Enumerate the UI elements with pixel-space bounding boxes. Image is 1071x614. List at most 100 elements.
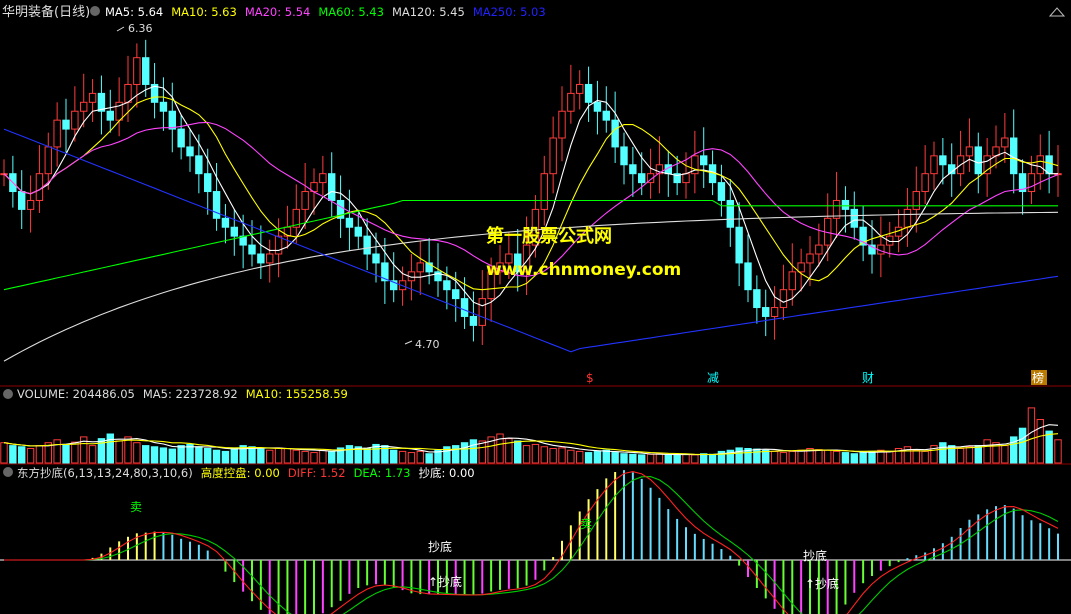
candle-body — [416, 262, 424, 273]
candle-body — [700, 155, 708, 166]
volume-bar — [274, 447, 283, 464]
candle-body — [974, 146, 982, 175]
volume-bar — [638, 454, 646, 464]
candle-body — [593, 101, 602, 112]
candle-body — [124, 83, 132, 103]
volume-bar — [797, 449, 805, 464]
buy-arrow-label-1: ↑抄底 — [428, 574, 462, 589]
candle-body — [363, 235, 371, 255]
settings-circle-icon[interactable] — [90, 6, 100, 16]
event-marker-reduce[interactable]: 减 — [707, 371, 719, 385]
volume-bar — [230, 447, 238, 464]
volume-bar — [18, 446, 26, 464]
candle-body — [452, 289, 460, 300]
volume-bar — [602, 449, 610, 464]
volume-bar — [620, 453, 628, 464]
volume-bar — [266, 449, 274, 464]
candle-body — [770, 307, 779, 317]
volume-bar — [753, 448, 761, 464]
candle-body — [753, 289, 761, 309]
volume-bar — [452, 445, 460, 464]
legend-item: VOLUME: 204486.05 — [17, 387, 135, 401]
candle-body — [88, 92, 97, 103]
volume-bar — [0, 442, 8, 464]
volume-bar — [9, 445, 17, 464]
volume-bar — [469, 439, 478, 464]
legend-item: MA20: 5.54 — [245, 5, 311, 19]
candle-body — [478, 298, 486, 326]
sell-signal-label-1: 卖 — [130, 500, 142, 514]
watermark-title: 第一股票公式网 — [486, 225, 612, 247]
volume-bar — [850, 453, 858, 464]
event-marker-finance[interactable]: 财 — [862, 371, 874, 385]
candle-body — [965, 146, 974, 157]
volume-bar — [735, 447, 743, 464]
candle-body — [133, 57, 141, 85]
volume-bar — [584, 452, 593, 464]
candle-body — [584, 83, 593, 103]
volume-settings-icon[interactable] — [3, 389, 13, 399]
volume-bar — [328, 450, 336, 464]
candle-body — [301, 191, 309, 210]
candle-body — [567, 92, 575, 112]
candle-body — [142, 57, 150, 85]
volume-bar — [53, 439, 61, 464]
candle-body — [1045, 155, 1053, 175]
volume-bar — [770, 450, 779, 464]
buy-arrow-label-2: ↑抄底 — [805, 576, 839, 591]
volume-bar — [248, 446, 256, 464]
candle-body — [212, 191, 221, 219]
candle-body — [71, 110, 79, 130]
volume-bar — [832, 450, 841, 464]
candle-body — [602, 110, 610, 121]
volume-bar — [576, 450, 584, 464]
volume-bar — [1054, 439, 1062, 464]
candle-body — [1027, 173, 1036, 193]
candle-body — [44, 146, 52, 175]
candle-body — [921, 173, 929, 193]
event-marker-list[interactable]: 榜 — [1032, 370, 1044, 385]
volume-bar — [664, 454, 672, 464]
candle-body — [717, 182, 726, 201]
stock-chart[interactable]: 华明装备 (日线) MA5: 5.64 MA10: 5.63 MA20: 5.54 M… — [0, 0, 1071, 614]
legend-item: MA5: 223728.92 — [143, 387, 238, 401]
volume-bar — [425, 453, 433, 464]
candle-body — [930, 155, 938, 175]
buy-signal-label-2: 抄底 — [803, 548, 827, 563]
candle-body — [186, 146, 194, 157]
volume-bar — [886, 450, 894, 464]
volume-bar — [912, 449, 920, 464]
volume-bar — [691, 454, 699, 464]
volume-bar — [62, 443, 70, 464]
candle-body — [221, 217, 230, 228]
ma-legend: MA5: 5.64 MA10: 5.63 MA20: 5.54 MA60: 5.43 M… — [105, 5, 546, 19]
candle-body — [230, 226, 238, 237]
stock-name: 华明装备 — [2, 4, 54, 20]
candle-body — [540, 173, 548, 210]
volume-bar — [221, 450, 230, 464]
indicator-settings-icon[interactable] — [3, 467, 13, 477]
candle-body — [354, 226, 362, 237]
volume-bar — [159, 447, 168, 464]
volume-header: VOLUME: 204486.05 MA5: 223728.92 MA10: 155… — [3, 387, 348, 401]
candle-body — [815, 244, 823, 255]
candle-body — [204, 173, 212, 193]
volume-bar — [319, 449, 327, 464]
volume-bar — [363, 448, 371, 464]
candle-body — [939, 155, 947, 166]
volume-bar — [540, 446, 548, 464]
candle-body — [319, 173, 327, 184]
volume-bar — [460, 442, 469, 464]
volume-bar — [682, 453, 690, 464]
legend-item: MA10: 155258.59 — [246, 387, 348, 401]
volume-bar — [841, 452, 850, 464]
volume-bar — [549, 448, 557, 464]
volume-bar — [283, 448, 292, 464]
candle-body — [638, 173, 646, 184]
volume-bar — [593, 450, 602, 464]
candle-body — [779, 289, 788, 309]
volume-bar — [292, 449, 300, 464]
event-marker-dollar[interactable]: $ — [586, 371, 594, 385]
legend-item: 东方抄底(6,13,13,24,80,3,10,6) — [17, 466, 193, 480]
chart-background — [0, 0, 1071, 614]
